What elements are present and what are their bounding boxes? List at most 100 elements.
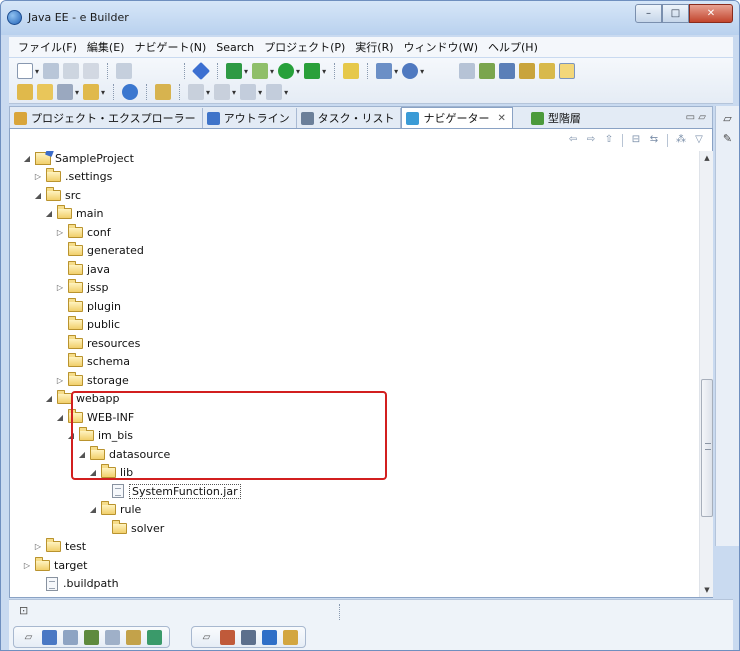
prev-annotation-dropdown-icon[interactable]: ▾: [232, 88, 236, 97]
scroll-down-icon[interactable]: ▼: [700, 583, 714, 597]
globe-icon[interactable]: [122, 84, 139, 100]
bug-dropdown-icon[interactable]: ▾: [270, 67, 274, 76]
view-menu-dropdown-icon[interactable]: ▽: [692, 133, 706, 147]
expand-arrow-icon[interactable]: ◢: [66, 431, 76, 440]
expand-arrow-icon[interactable]: ◢: [88, 505, 98, 514]
back-icon[interactable]: [240, 84, 257, 100]
collapse-arrow-icon[interactable]: ▷: [22, 561, 32, 570]
plugin-icon[interactable]: [479, 63, 496, 79]
menu-project[interactable]: プロジェクト(P): [259, 39, 350, 55]
menu-window[interactable]: ウィンドウ(W): [399, 39, 483, 55]
tree-item[interactable]: java: [55, 260, 110, 278]
restore-views-icon[interactable]: ▱: [199, 630, 214, 645]
tree-item[interactable]: schema: [55, 353, 130, 371]
wizard-icon[interactable]: [499, 63, 516, 79]
scroll-up-icon[interactable]: ▲: [700, 151, 714, 165]
build-icon[interactable]: [343, 63, 360, 79]
tree-item[interactable]: ◢ src: [33, 186, 81, 204]
tree-item[interactable]: solver: [99, 519, 164, 537]
tree-item[interactable]: ◢ webapp: [44, 390, 119, 408]
up-folder-icon[interactable]: ⇧: [602, 133, 616, 147]
tree-item[interactable]: ◢ datasource: [77, 445, 170, 463]
scroll-thumb[interactable]: [701, 379, 713, 517]
external-tools-icon[interactable]: [304, 63, 321, 79]
properties-icon[interactable]: [84, 629, 99, 645]
tree-item[interactable]: .buildpath: [33, 575, 119, 593]
tree-item[interactable]: ▷ jssp: [55, 279, 109, 297]
collapse-all-icon[interactable]: ⊟: [629, 133, 643, 147]
next-annotation-icon[interactable]: [188, 84, 205, 100]
expand-arrow-icon[interactable]: ◢: [44, 209, 54, 218]
collapse-arrow-icon[interactable]: ▷: [55, 376, 65, 385]
bug-icon[interactable]: [252, 63, 269, 79]
new-class-dropdown-icon[interactable]: ▾: [420, 67, 424, 76]
tree-item[interactable]: ◢ SampleProject: [22, 151, 134, 167]
tree-item[interactable]: resources: [55, 334, 140, 352]
vertical-scrollbar[interactable]: ▲ ▼: [699, 151, 713, 597]
menu-search[interactable]: Search: [211, 41, 259, 54]
collapse-arrow-icon[interactable]: ▷: [33, 172, 43, 181]
minimize-view-icon[interactable]: ▭ ▱: [680, 112, 712, 123]
expand-arrow-icon[interactable]: ◢: [44, 394, 54, 403]
tab-project-explorer[interactable]: プロジェクト・エクスプローラー: [10, 108, 203, 128]
restore-icon[interactable]: ▱: [721, 112, 735, 126]
tree-item[interactable]: ▷ target: [22, 556, 87, 574]
expand-arrow-icon[interactable]: ◢: [22, 154, 32, 163]
new-dropdown-icon[interactable]: ▾: [35, 67, 39, 76]
next-annotation-dropdown-icon[interactable]: ▾: [206, 88, 210, 97]
tree-item[interactable]: plugin: [55, 297, 121, 315]
new-icon[interactable]: [17, 63, 33, 79]
prev-annotation-icon[interactable]: [214, 84, 231, 100]
collapse-arrow-icon[interactable]: ▷: [55, 228, 65, 237]
minimize-button[interactable]: –: [635, 4, 662, 23]
expand-arrow-icon[interactable]: ◢: [33, 191, 43, 200]
pen-dropdown-icon[interactable]: ▾: [75, 88, 79, 97]
tree-item[interactable]: ▷ storage: [55, 371, 129, 389]
collapse-arrow-icon[interactable]: ▷: [55, 283, 65, 292]
open-folder-icon[interactable]: [17, 84, 33, 100]
expand-arrow-icon[interactable]: ◢: [77, 450, 87, 459]
tree-item[interactable]: ◢ im_bis: [66, 427, 133, 445]
folder-icon[interactable]: [83, 84, 100, 100]
menu-help[interactable]: ヘルプ(H): [483, 39, 543, 55]
forward-icon[interactable]: [266, 84, 283, 100]
maximize-button[interactable]: □: [662, 4, 689, 23]
db-icon[interactable]: [539, 63, 556, 79]
save-icon[interactable]: [43, 63, 60, 79]
history-icon[interactable]: [241, 629, 256, 645]
menu-file[interactable]: ファイル(F): [13, 39, 82, 55]
bookmarks-icon[interactable]: [283, 629, 298, 645]
tree-item[interactable]: ◢ main: [44, 205, 103, 223]
collapse-arrow-icon[interactable]: ▷: [33, 542, 43, 551]
run-dropdown-icon[interactable]: ▾: [296, 67, 300, 76]
problems-icon[interactable]: [42, 629, 57, 645]
back-arrow-icon[interactable]: ⇦: [566, 133, 580, 147]
close-button[interactable]: ✕: [689, 4, 733, 23]
menu-edit[interactable]: 編集(E): [82, 39, 130, 55]
tree-item[interactable]: ▷ conf: [55, 223, 111, 241]
forward-dropdown-icon[interactable]: ▾: [284, 88, 288, 97]
tree-item[interactable]: ◢ WEB-INF: [55, 408, 134, 426]
view-menu-icon[interactable]: ⁂: [674, 133, 688, 147]
snippets-icon[interactable]: [126, 629, 141, 645]
marker-icon[interactable]: [155, 84, 172, 100]
close-tab-icon[interactable]: ✕: [497, 113, 505, 124]
new-package-icon[interactable]: [376, 63, 393, 79]
forward-arrow-icon[interactable]: ⇨: [584, 133, 598, 147]
pen-icon[interactable]: [57, 84, 73, 100]
editor-icon[interactable]: ✎: [721, 132, 735, 146]
external-tools-dropdown-icon[interactable]: ▾: [322, 67, 326, 76]
servers-icon[interactable]: [105, 629, 120, 645]
save-all-icon[interactable]: [63, 63, 80, 79]
debug-dropdown-icon[interactable]: ▾: [244, 67, 248, 76]
terminal-icon[interactable]: [116, 63, 133, 79]
new-class-icon[interactable]: [402, 63, 419, 79]
back-dropdown-icon[interactable]: ▾: [258, 88, 262, 97]
tree-item[interactable]: ▷ test: [33, 538, 86, 556]
search-view-icon[interactable]: [262, 629, 277, 645]
tree-item[interactable]: public: [55, 316, 120, 334]
link-editor-icon[interactable]: ⇆: [647, 133, 661, 147]
tree-item[interactable]: generated: [55, 242, 144, 260]
tree-item[interactable]: ◢ lib: [88, 464, 133, 482]
tab-task-list[interactable]: タスク・リスト: [297, 108, 402, 128]
